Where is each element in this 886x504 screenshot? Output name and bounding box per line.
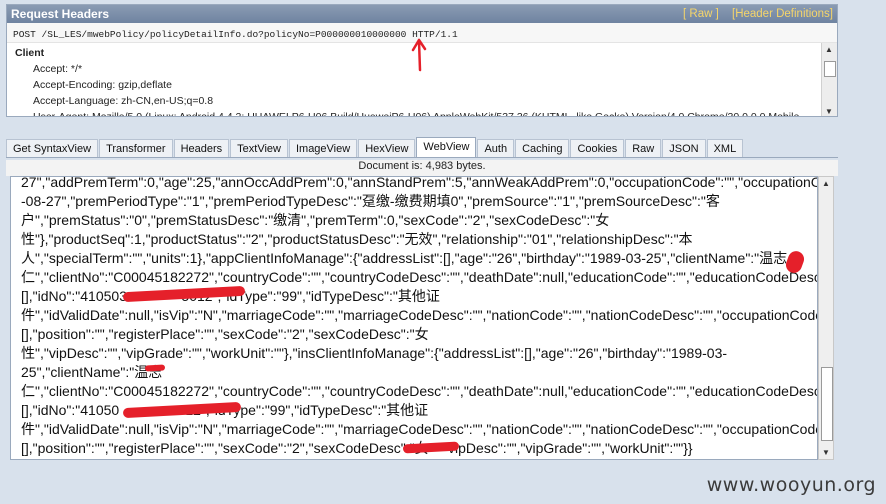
raw-link[interactable]: [ Raw ]	[683, 8, 719, 20]
tab-webview[interactable]: WebView	[416, 137, 477, 157]
response-line: -08-27","premPeriodType":"1","premPeriod…	[21, 193, 720, 209]
redaction-mark	[144, 364, 166, 372]
scroll-down-icon[interactable]: ▼	[822, 448, 830, 457]
header-links: [ Raw ] [Header Definitions]	[673, 8, 833, 20]
header-definitions-link[interactable]: [Header Definitions]	[732, 8, 833, 20]
fiddler-inspector: Request Headers [ Raw ] [Header Definiti…	[0, 0, 886, 504]
response-line: [],"position":"","registerPlace":"","sex…	[21, 326, 429, 342]
tab-auth[interactable]: Auth	[477, 139, 515, 157]
panel-splitter[interactable]	[6, 118, 838, 124]
watermark: www.wooyun.org	[706, 474, 876, 496]
request-headers-title: Request Headers	[11, 7, 110, 21]
header-scrollbar[interactable]: ▲ ▼	[821, 43, 837, 116]
response-line: 人","specialTerm":"","units":1},"appClien…	[21, 250, 788, 266]
response-line: 25","clientName":"温志	[21, 364, 163, 380]
response-line: 仁","clientNo":"C00045182272","countryCod…	[21, 269, 818, 285]
scroll-up-icon[interactable]: ▲	[822, 179, 830, 188]
response-tabs: Get SyntaxView Transformer Headers TextView…	[6, 137, 838, 158]
scroll-thumb[interactable]	[821, 367, 833, 441]
tab-textview[interactable]: TextView	[230, 139, 288, 157]
document-size-status: Document is: 4,983 bytes.	[6, 160, 838, 176]
scroll-up-icon[interactable]: ▲	[825, 45, 833, 54]
tab-headers[interactable]: Headers	[173, 139, 230, 157]
tab-caching[interactable]: Caching	[515, 139, 570, 157]
response-line: 仁","clientNo":"C00045182272","countryCod…	[21, 383, 818, 399]
request-headers-title-bar: Request Headers [ Raw ] [Header Definiti…	[7, 5, 837, 23]
tab-transformer[interactable]: Transformer	[99, 139, 173, 157]
response-line: 性"},"productSeq":1,"productStatus":"2","…	[21, 231, 693, 247]
tab-hexview[interactable]: HexView	[358, 139, 416, 157]
tab-cookies[interactable]: Cookies	[570, 139, 625, 157]
scroll-down-icon[interactable]: ▼	[825, 107, 833, 116]
header-item[interactable]: User-Agent: Mozilla/5.0 (Linux; Android …	[7, 109, 823, 116]
response-line: 件","idValidDate":null,"isVip":"N","marri…	[21, 307, 818, 323]
content-scrollbar[interactable]: ▲ ▼	[818, 176, 834, 460]
webview-content: 27","addPremTerm":0,"age":25,"annOccAddP…	[10, 176, 818, 460]
tab-get-syntaxview[interactable]: Get SyntaxView	[6, 139, 99, 157]
tab-raw[interactable]: Raw	[625, 139, 662, 157]
tab-xml[interactable]: XML	[706, 139, 744, 157]
header-item[interactable]: Accept-Language: zh-CN,en-US;q=0.8	[7, 93, 823, 109]
response-line: 27","addPremTerm":0,"age":25,"annOccAddP…	[21, 176, 818, 190]
tab-json[interactable]: JSON	[662, 139, 706, 157]
response-line: 件","idValidDate":null,"isVip":"N","marri…	[21, 421, 818, 437]
tab-imageview[interactable]: ImageView	[288, 139, 358, 157]
header-item[interactable]: Accept-Encoding: gzip,deflate	[7, 77, 823, 93]
scroll-thumb[interactable]	[824, 61, 836, 77]
annotation-arrow-icon	[411, 38, 427, 72]
response-line: 性","vipDesc":"","vipGrade":"","workUnit"…	[21, 345, 728, 361]
response-line: 户","premStatus":"0","premStatusDesc":"缴清…	[21, 212, 610, 228]
